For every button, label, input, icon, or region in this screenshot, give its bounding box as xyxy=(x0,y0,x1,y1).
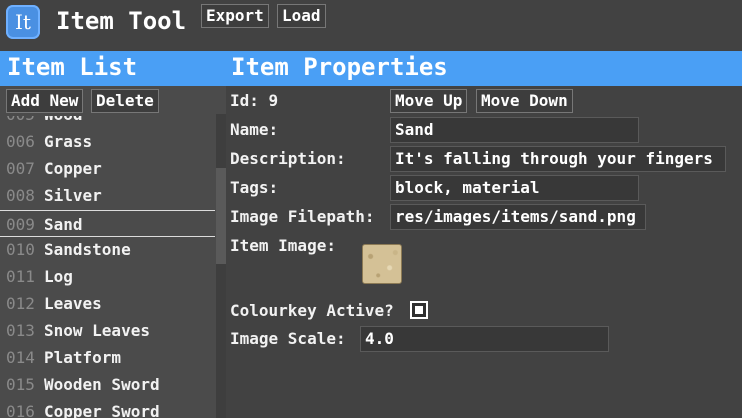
list-item[interactable]: 007 Copper xyxy=(0,155,215,182)
export-button[interactable]: Export xyxy=(201,4,269,28)
list-item[interactable]: 014 Platform xyxy=(0,344,215,371)
image-scale-field[interactable]: 4.0 xyxy=(360,326,609,352)
item-image-label: Item Image: xyxy=(230,236,336,255)
list-item[interactable]: 013 Snow Leaves xyxy=(0,317,215,344)
item-id-label: Id: 9 xyxy=(230,91,279,110)
name-field[interactable]: Sand xyxy=(390,117,639,143)
list-item[interactable]: 008 Silver xyxy=(0,182,215,209)
image-filepath-field[interactable]: res/images/items/sand.png xyxy=(390,204,646,230)
list-item[interactable]: 015 Wooden Sword xyxy=(0,371,215,398)
colourkey-checkbox[interactable] xyxy=(410,301,428,319)
move-down-button[interactable]: Move Down xyxy=(476,89,573,113)
image-filepath-label: Image Filepath: xyxy=(230,207,375,226)
delete-button[interactable]: Delete xyxy=(91,89,159,113)
list-item[interactable]: 005Wood xyxy=(0,116,215,128)
app-title: Item Tool xyxy=(56,7,187,35)
list-item[interactable]: 012 Leaves xyxy=(0,290,215,317)
description-field[interactable]: It's falling through your fingers xyxy=(390,146,726,172)
list-item[interactable]: 010 Sandstone xyxy=(0,236,215,263)
load-button[interactable]: Load xyxy=(277,4,326,28)
colourkey-label: Colourkey Active? xyxy=(230,301,394,320)
item-list-heading: Item List xyxy=(7,53,138,81)
list-item[interactable]: 016 Copper Sword xyxy=(0,398,215,418)
scrollbar-thumb[interactable] xyxy=(216,168,226,264)
title-bar: It Item Tool Export Load xyxy=(0,0,742,44)
checkbox-check-icon xyxy=(415,306,423,314)
app-logo-icon: It xyxy=(6,5,40,39)
tags-label: Tags: xyxy=(230,178,279,197)
add-new-button[interactable]: Add New xyxy=(6,89,84,113)
list-item-selected[interactable]: 009 Sand xyxy=(0,210,215,237)
image-scale-label: Image Scale: xyxy=(230,329,346,348)
item-properties-heading: Item Properties xyxy=(231,53,448,81)
move-up-button[interactable]: Move Up xyxy=(390,89,468,113)
tags-field[interactable]: block, material xyxy=(390,175,639,201)
name-label: Name: xyxy=(230,120,279,139)
description-label: Description: xyxy=(230,149,346,168)
list-item[interactable]: 011 Log xyxy=(0,263,215,290)
item-list[interactable]: 005Wood 006Grass 007Copper 008Silver 009… xyxy=(0,116,215,418)
item-image-preview xyxy=(362,244,402,284)
item-list-panel: Add New Delete 005Wood 006Grass 007Coppe… xyxy=(0,86,226,418)
list-item[interactable]: 006 Grass xyxy=(0,128,215,155)
section-header: Item List Item Properties xyxy=(0,51,742,86)
list-scrollbar[interactable] xyxy=(216,114,226,418)
